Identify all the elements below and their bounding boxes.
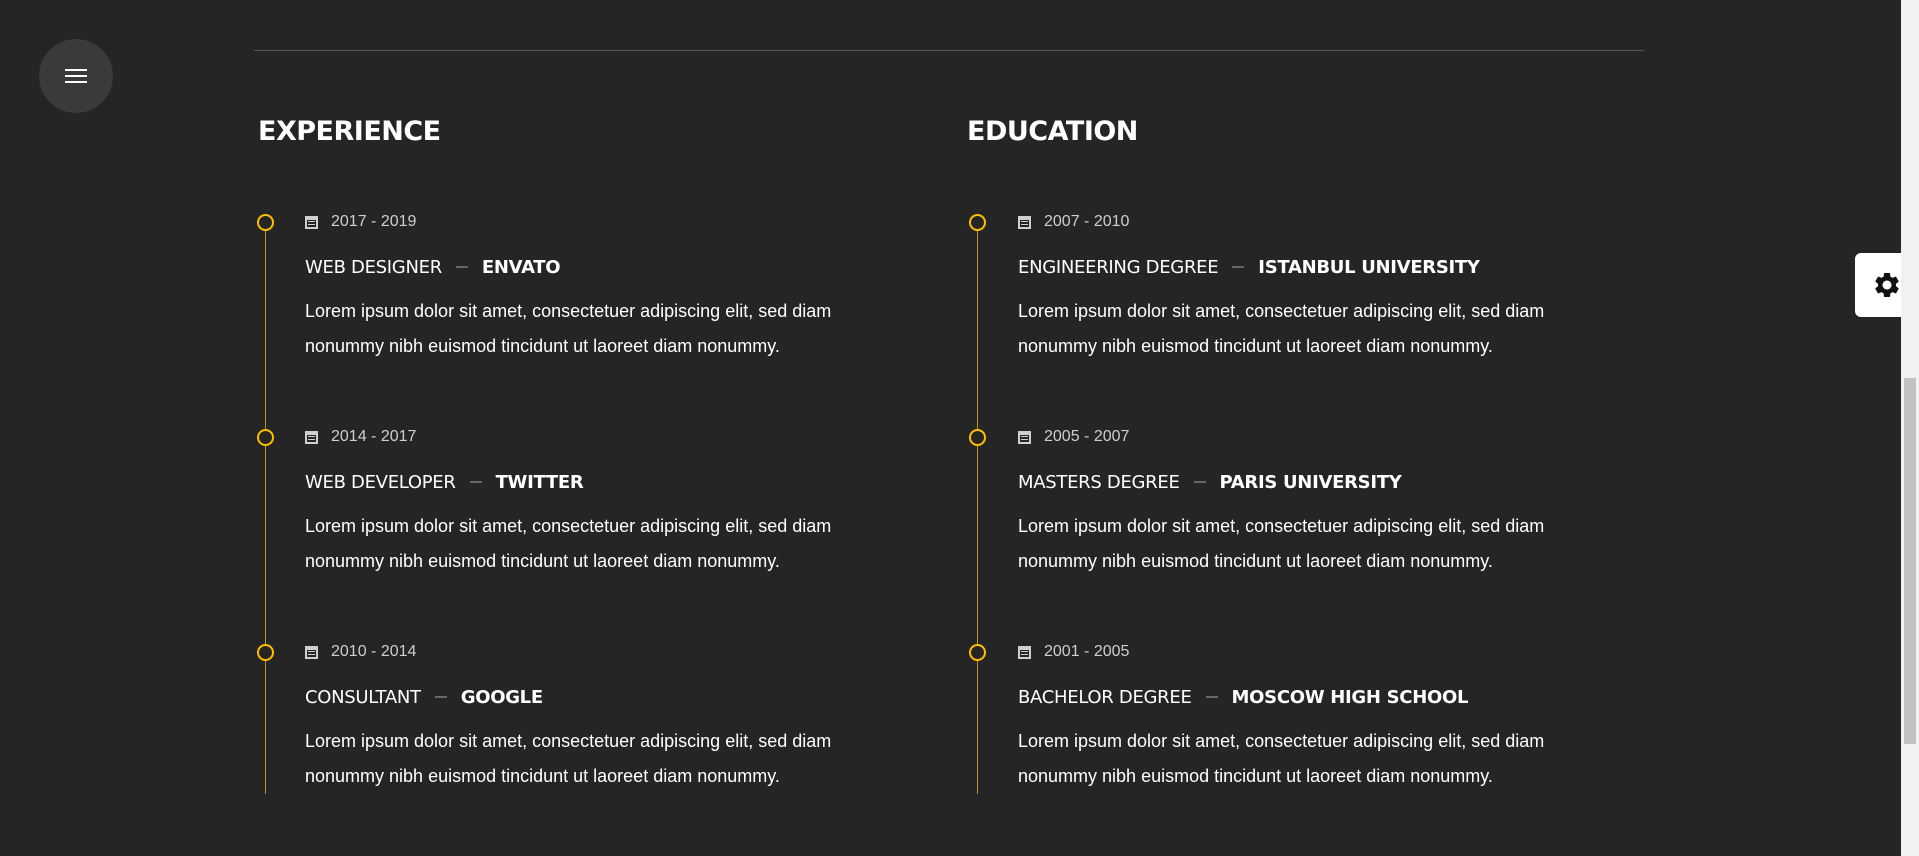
experience-item: 2010 - 2014 CONSULTANT GOOGLE Lorem ipsu… [305,642,865,794]
dash-separator [434,696,447,698]
item-role: WEB DEVELOPER [305,471,456,493]
item-heading: BACHELOR DEGREE MOSCOW HIGH SCHOOL [1018,686,1578,708]
education-item: 2007 - 2010 ENGINEERING DEGREE ISTANBUL … [1018,212,1578,364]
menu-button[interactable] [39,39,113,113]
item-date: 2010 - 2014 [305,642,865,662]
timeline-dot [969,214,986,231]
item-date: 2007 - 2010 [1018,212,1578,232]
item-role: ENGINEERING DEGREE [1018,256,1219,278]
item-description: Lorem ipsum dolor sit amet, consectetuer… [305,731,832,786]
section-divider [254,50,1644,51]
item-organization: TWITTER [495,471,584,493]
item-description: Lorem ipsum dolor sit amet, consectetuer… [1018,516,1545,571]
item-role: MASTERS DEGREE [1018,471,1180,493]
dash-separator [469,481,482,483]
experience-title: EXPERIENCE [258,116,441,147]
experience-item: 2014 - 2017 WEB DEVELOPER TWITTER Lorem … [305,427,865,579]
item-organization: GOOGLE [460,686,543,708]
timeline-dot [257,429,274,446]
dash-separator [1232,266,1245,268]
calendar-icon [305,430,318,444]
gear-icon [1875,273,1899,297]
calendar-icon [305,215,318,229]
calendar-icon [1018,645,1031,659]
dash-separator [455,266,468,268]
calendar-icon [1018,430,1031,444]
dash-separator [1205,696,1218,698]
item-date: 2014 - 2017 [305,427,865,447]
education-item: 2001 - 2005 BACHELOR DEGREE MOSCOW HIGH … [1018,642,1578,794]
item-role: BACHELOR DEGREE [1018,686,1192,708]
item-organization: MOSCOW HIGH SCHOOL [1231,686,1469,708]
item-date: 2005 - 2007 [1018,427,1578,447]
scrollbar[interactable] [1901,0,1919,856]
experience-item: 2017 - 2019 WEB DESIGNER ENVATO Lorem ip… [305,212,865,364]
education-item: 2005 - 2007 MASTERS DEGREE PARIS UNIVERS… [1018,427,1578,579]
timeline-dot [969,644,986,661]
item-organization: ISTANBUL UNIVERSITY [1258,256,1480,278]
item-heading: ENGINEERING DEGREE ISTANBUL UNIVERSITY [1018,256,1578,278]
calendar-icon [305,645,318,659]
item-organization: ENVATO [481,256,561,278]
item-organization: PARIS UNIVERSITY [1219,471,1402,493]
item-date: 2001 - 2005 [1018,642,1578,662]
education-title: EDUCATION [967,116,1138,147]
dash-separator [1193,481,1206,483]
item-role: WEB DESIGNER [305,256,442,278]
education-timeline [977,222,978,794]
item-description: Lorem ipsum dolor sit amet, consectetuer… [1018,731,1545,786]
item-description: Lorem ipsum dolor sit amet, consectetuer… [305,516,832,571]
item-role: CONSULTANT [305,686,421,708]
timeline-dot [257,644,274,661]
timeline-dot [969,429,986,446]
scrollbar-thumb[interactable] [1904,378,1916,744]
item-heading: MASTERS DEGREE PARIS UNIVERSITY [1018,471,1578,493]
item-description: Lorem ipsum dolor sit amet, consectetuer… [305,301,832,356]
item-heading: CONSULTANT GOOGLE [305,686,865,708]
experience-timeline [265,222,266,794]
timeline-dot [257,214,274,231]
item-heading: WEB DESIGNER ENVATO [305,256,865,278]
item-heading: WEB DEVELOPER TWITTER [305,471,865,493]
calendar-icon [1018,215,1031,229]
item-date: 2017 - 2019 [305,212,865,232]
hamburger-icon [65,68,87,84]
item-description: Lorem ipsum dolor sit amet, consectetuer… [1018,301,1545,356]
